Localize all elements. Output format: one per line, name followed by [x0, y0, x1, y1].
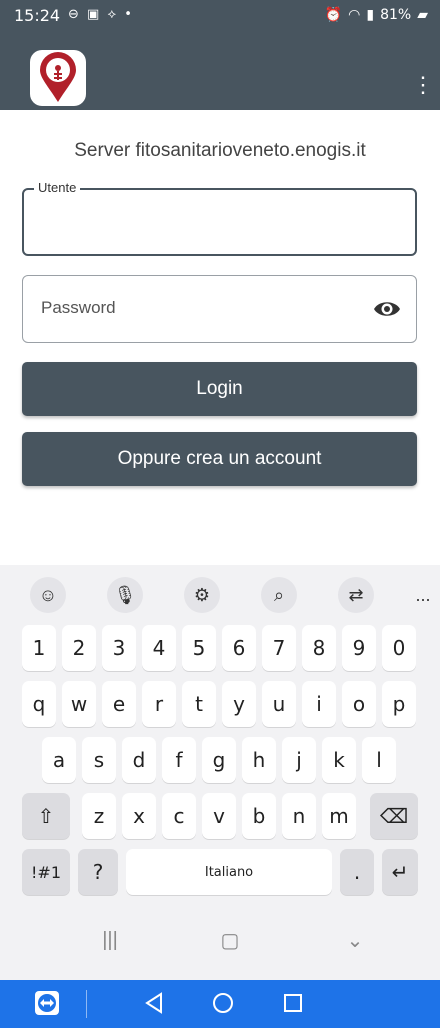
key-q[interactable]: q — [22, 681, 56, 727]
key-z[interactable]: z — [82, 793, 116, 839]
username-label: Utente — [34, 180, 81, 195]
search-icon[interactable]: ⌕ — [261, 577, 297, 613]
key-b[interactable]: b — [242, 793, 276, 839]
symbols-key[interactable]: !#1 — [22, 849, 70, 895]
key-p[interactable]: p — [382, 681, 416, 727]
key-d[interactable]: d — [122, 737, 156, 783]
create-account-button[interactable]: Oppure crea un account — [22, 432, 417, 486]
dot-icon: • — [124, 7, 134, 22]
key-w[interactable]: w — [62, 681, 96, 727]
question-key[interactable]: ? — [78, 849, 118, 895]
remote-control-icon: ⊖ — [68, 7, 81, 22]
emoji-icon[interactable]: ☺ — [30, 577, 66, 613]
soft-keyboard: ☺ 🎙 ⚙ ⌕ ⇄ ... 1 2 3 4 5 6 7 8 9 0 q w e … — [0, 565, 440, 1010]
key-0[interactable]: 0 — [382, 625, 416, 671]
settings-icon[interactable]: ⚙ — [184, 577, 220, 613]
key-r[interactable]: r — [142, 681, 176, 727]
status-right: ⏰ ◠ ▮ 81% ▰ — [325, 7, 428, 23]
key-h[interactable]: h — [242, 737, 276, 783]
battery-percentage: 81% — [380, 7, 412, 23]
key-m[interactable]: m — [322, 793, 356, 839]
back-icon[interactable] — [140, 988, 170, 1018]
image-icon: ▣ — [87, 7, 102, 22]
home-icon[interactable]: ▢ — [200, 920, 260, 960]
recent-apps-icon[interactable]: ||| — [80, 920, 140, 960]
more-vert-icon[interactable]: ⋮ — [412, 70, 434, 100]
period-key[interactable]: . — [340, 849, 374, 895]
wifi-icon: ◠ — [348, 7, 361, 23]
mic-icon[interactable]: 🎙 — [107, 577, 143, 613]
key-2[interactable]: 2 — [62, 625, 96, 671]
status-time: 15:24 — [14, 6, 61, 25]
key-o[interactable]: o — [342, 681, 376, 727]
password-field[interactable]: Password — [22, 275, 417, 343]
key-j[interactable]: j — [282, 737, 316, 783]
key-v[interactable]: v — [202, 793, 236, 839]
key-n[interactable]: n — [282, 793, 316, 839]
shift-key[interactable]: ⇧ — [22, 793, 70, 839]
key-y[interactable]: y — [222, 681, 256, 727]
overview-square-icon[interactable] — [278, 988, 308, 1018]
back-chevron-icon[interactable]: ⌄ — [325, 920, 385, 960]
key-u[interactable]: u — [262, 681, 296, 727]
signal-bars-icon: ▮ — [366, 7, 375, 23]
key-e[interactable]: e — [102, 681, 136, 727]
key-x[interactable]: x — [122, 793, 156, 839]
app-bar: ⋮ — [0, 30, 440, 110]
key-c[interactable]: c — [162, 793, 196, 839]
server-label: Server fitosanitarioveneto.enogis.it — [74, 140, 366, 161]
key-l[interactable]: l — [362, 737, 396, 783]
login-button[interactable]: Login — [22, 362, 417, 416]
alarm-icon: ⏰ — [324, 7, 343, 23]
key-i[interactable]: i — [302, 681, 336, 727]
key-8[interactable]: 8 — [302, 625, 336, 671]
password-placeholder: Password — [41, 298, 116, 317]
translate-icon[interactable]: ⇄ — [338, 577, 374, 613]
battery-icon: ▰ — [417, 7, 428, 23]
username-field[interactable]: Utente — [22, 180, 417, 256]
home-circle-icon[interactable] — [208, 988, 238, 1018]
status-bar: 15:24 ⊖ ▣ ⟡ • ⏰ ◠ ▮ 81% ▰ — [0, 0, 440, 30]
key-a[interactable]: a — [42, 737, 76, 783]
key-7[interactable]: 7 — [262, 625, 296, 671]
key-3[interactable]: 3 — [102, 625, 136, 671]
app-logo — [30, 50, 86, 106]
key-9[interactable]: 9 — [342, 625, 376, 671]
status-left-icons: ⊖ ▣ ⟡ • — [68, 7, 134, 22]
key-5[interactable]: 5 — [182, 625, 216, 671]
key-4[interactable]: 4 — [142, 625, 176, 671]
key-1[interactable]: 1 — [22, 625, 56, 671]
more-icon[interactable]: ... — [405, 577, 440, 613]
enter-key[interactable]: ↵ — [382, 849, 418, 895]
key-6[interactable]: 6 — [222, 625, 256, 671]
teamviewer-icon[interactable] — [32, 988, 62, 1018]
backspace-key[interactable]: ⌫ — [370, 793, 418, 839]
key-t[interactable]: t — [182, 681, 216, 727]
key-s[interactable]: s — [82, 737, 116, 783]
bottom-bar — [0, 980, 440, 1028]
key-g[interactable]: g — [202, 737, 236, 783]
key-f[interactable]: f — [162, 737, 196, 783]
eye-icon[interactable] — [372, 296, 402, 322]
space-key[interactable]: Italiano — [126, 849, 332, 895]
signal-icon: ⟡ — [107, 7, 119, 22]
key-k[interactable]: k — [322, 737, 356, 783]
